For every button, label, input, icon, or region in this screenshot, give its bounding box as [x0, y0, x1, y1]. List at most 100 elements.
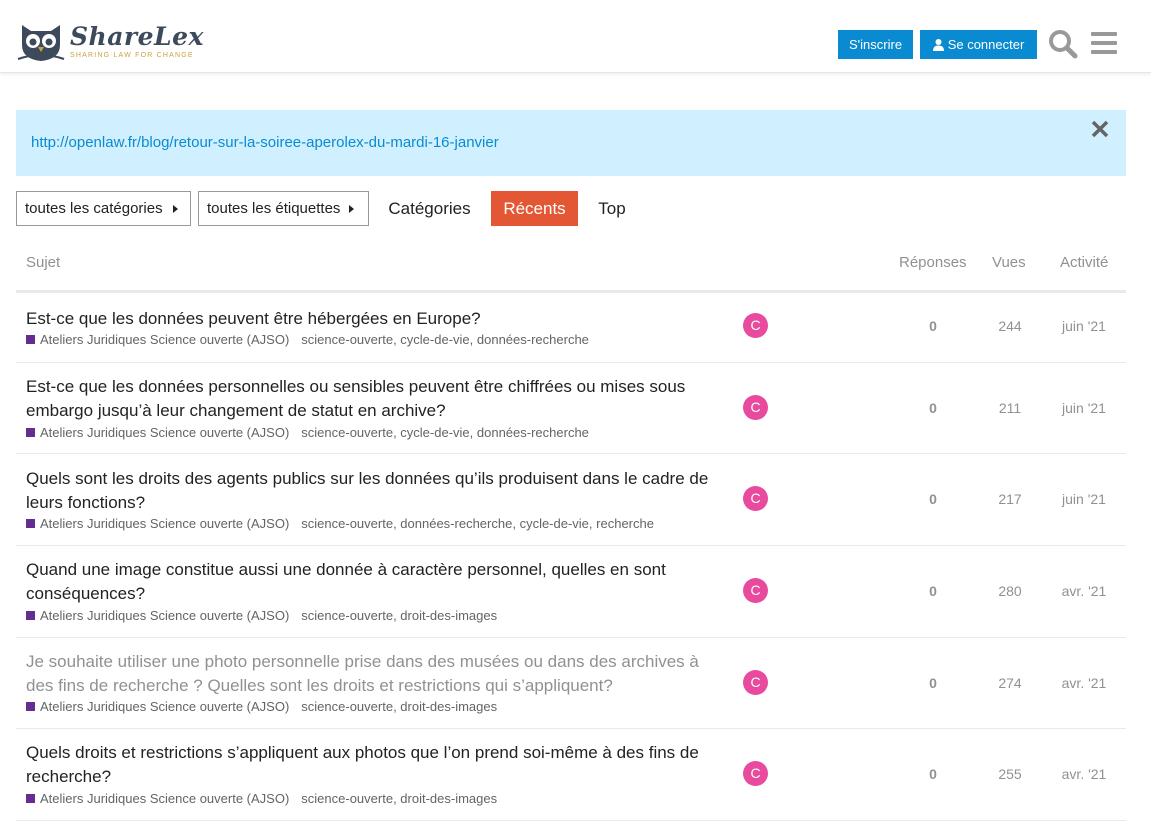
topic-title[interactable]: Est-ce que les données personnelles ou s… — [26, 375, 726, 423]
logo-tagline: SHARING LAW FOR CHANGE — [70, 52, 194, 59]
view-count: 255 — [998, 766, 1022, 782]
categories-dropdown-label: toutes les catégories — [25, 200, 163, 217]
tag-link[interactable]: droit-des-images — [400, 791, 497, 806]
categories-dropdown[interactable]: toutes les catégories — [16, 191, 191, 226]
view-count: 211 — [998, 400, 1022, 416]
logo-wordmark: ShareLex — [70, 22, 204, 51]
category-link[interactable]: Ateliers Juridiques Science ouverte (AJS… — [40, 608, 289, 623]
topic-row: Quand une image constitue aussi une donn… — [16, 546, 1126, 638]
close-icon[interactable] — [1090, 119, 1110, 139]
topic-meta: Ateliers Juridiques Science ouverte (AJS… — [26, 516, 654, 531]
tag-link[interactable]: science-ouverte — [301, 425, 393, 440]
topic-title[interactable]: Est-ce que les données peuvent être hébe… — [26, 307, 726, 331]
tag-link[interactable]: droit-des-images — [400, 699, 497, 714]
caret-right-icon — [173, 205, 178, 213]
view-count: 244 — [998, 318, 1022, 334]
user-icon — [932, 39, 944, 51]
tag-link[interactable]: données-recherche — [477, 332, 589, 347]
activity-date[interactable]: avr. '21 — [1058, 766, 1110, 782]
reply-count: 0 — [929, 318, 937, 334]
banner-link[interactable]: http://openlaw.fr/blog/retour-sur-la-soi… — [31, 134, 499, 151]
tag-link[interactable]: cycle-de-vie — [520, 516, 589, 531]
tab-recent[interactable]: Récents — [491, 191, 578, 226]
column-header-views[interactable]: Vues — [992, 254, 1026, 271]
poster-avatar[interactable]: C — [743, 670, 768, 695]
activity-date[interactable]: avr. '21 — [1058, 675, 1110, 691]
tag-link[interactable]: cycle-de-vie — [400, 332, 469, 347]
tab-top[interactable]: Top — [588, 191, 636, 226]
category-color-square — [26, 335, 35, 344]
tab-categories[interactable]: Catégories — [378, 191, 481, 226]
tag-separator: , — [512, 516, 520, 531]
topic-meta: Ateliers Juridiques Science ouverte (AJS… — [26, 699, 497, 714]
category-color-square — [26, 428, 35, 437]
topic-title[interactable]: Je souhaite utiliser une photo personnel… — [26, 650, 726, 698]
reply-count: 0 — [929, 400, 937, 416]
tag-separator: , — [469, 332, 477, 347]
activity-date[interactable]: juin '21 — [1058, 400, 1110, 416]
poster-avatar[interactable]: C — [743, 578, 768, 603]
column-header-subject: Sujet — [26, 254, 61, 271]
category-link[interactable]: Ateliers Juridiques Science ouverte (AJS… — [40, 516, 289, 531]
tag-link[interactable]: science-ouverte — [301, 608, 393, 623]
reply-count: 0 — [929, 766, 937, 782]
topic-title[interactable]: Quels sont les droits des agents publics… — [26, 467, 726, 515]
announcement-banner: http://openlaw.fr/blog/retour-sur-la-soi… — [16, 110, 1126, 176]
tag-link[interactable]: droit-des-images — [400, 608, 497, 623]
view-count: 280 — [998, 583, 1022, 599]
view-count: 217 — [998, 491, 1022, 507]
category-color-square — [26, 519, 35, 528]
poster-avatar[interactable]: C — [743, 486, 768, 511]
topic-meta: Ateliers Juridiques Science ouverte (AJS… — [26, 332, 589, 347]
reply-count: 0 — [929, 491, 937, 507]
topic-row: Quels sont les droits des agents publics… — [16, 454, 1126, 546]
tag-link[interactable]: science-ouverte — [301, 699, 393, 714]
poster-avatar[interactable]: C — [743, 395, 768, 420]
topic-title[interactable]: Quand une image constitue aussi une donn… — [26, 558, 726, 606]
owl-icon — [17, 25, 65, 61]
topic-meta: Ateliers Juridiques Science ouverte (AJS… — [26, 425, 589, 440]
site-logo[interactable]: ShareLex SHARING LAW FOR CHANGE — [16, 21, 203, 63]
tag-separator: , — [469, 425, 477, 440]
reply-count: 0 — [929, 583, 937, 599]
topic-meta: Ateliers Juridiques Science ouverte (AJS… — [26, 791, 497, 806]
topic-row: Est-ce que les données peuvent être hébe… — [16, 293, 1126, 363]
tags-dropdown-label: toutes les étiquettes — [207, 200, 341, 217]
category-link[interactable]: Ateliers Juridiques Science ouverte (AJS… — [40, 699, 289, 714]
signup-button[interactable]: S'inscrire — [838, 30, 913, 59]
tag-link[interactable]: science-ouverte — [301, 791, 393, 806]
tag-link[interactable]: science-ouverte — [301, 332, 393, 347]
view-count: 274 — [998, 675, 1022, 691]
poster-avatar[interactable]: C — [743, 761, 768, 786]
category-link[interactable]: Ateliers Juridiques Science ouverte (AJS… — [40, 425, 289, 440]
tags-dropdown[interactable]: toutes les étiquettes — [198, 191, 369, 226]
reply-count: 0 — [929, 675, 937, 691]
search-icon[interactable] — [1048, 29, 1078, 59]
activity-date[interactable]: juin '21 — [1058, 491, 1110, 507]
caret-right-icon — [349, 205, 354, 213]
category-color-square — [26, 794, 35, 803]
topic-row: Quels droits et restrictions s’appliquen… — [16, 729, 1126, 821]
site-header: ShareLex SHARING LAW FOR CHANGE S'inscri… — [0, 0, 1151, 73]
topic-row: Je souhaite utiliser une photo personnel… — [16, 638, 1126, 729]
category-color-square — [26, 611, 35, 620]
category-link[interactable]: Ateliers Juridiques Science ouverte (AJS… — [40, 791, 289, 806]
poster-avatar[interactable]: C — [743, 313, 768, 338]
tag-link[interactable]: données-recherche — [400, 516, 512, 531]
tag-link[interactable]: recherche — [596, 516, 654, 531]
tag-link[interactable]: données-recherche — [477, 425, 589, 440]
tag-link[interactable]: cycle-de-vie — [400, 425, 469, 440]
category-link[interactable]: Ateliers Juridiques Science ouverte (AJS… — [40, 332, 289, 347]
column-header-replies[interactable]: Réponses — [899, 254, 967, 271]
topic-meta: Ateliers Juridiques Science ouverte (AJS… — [26, 608, 497, 623]
tag-link[interactable]: science-ouverte — [301, 516, 393, 531]
activity-date[interactable]: avr. '21 — [1058, 583, 1110, 599]
topic-title[interactable]: Quels droits et restrictions s’appliquen… — [26, 741, 726, 789]
login-button[interactable]: Se connecter — [920, 30, 1037, 59]
login-label: Se connecter — [947, 37, 1025, 52]
column-header-activity[interactable]: Activité — [1060, 254, 1108, 271]
hamburger-menu-icon[interactable] — [1091, 31, 1117, 55]
topic-row: Est-ce que les données personnelles ou s… — [16, 363, 1126, 454]
activity-date[interactable]: juin '21 — [1058, 318, 1110, 334]
category-color-square — [26, 702, 35, 711]
